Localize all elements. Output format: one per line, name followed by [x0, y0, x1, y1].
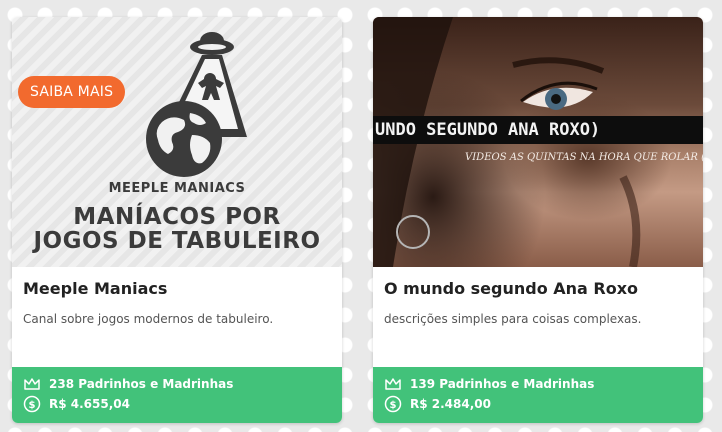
card-title[interactable]: Meeple Maniacs	[23, 279, 167, 298]
logo-brand-text: MEEPLE MANIACS	[108, 181, 246, 196]
amount-value: R$ 4.655,04	[49, 397, 130, 411]
card-description: Canal sobre jogos modernos de tabuleiro.	[23, 312, 274, 326]
video-banner-text: UNDO SEGUNDO ANA ROXO)	[373, 116, 703, 144]
logo-tagline-line2: JOGOS DE TABULEIRO	[33, 228, 321, 254]
project-card-ana-roxo[interactable]: UNDO SEGUNDO ANA ROXO) VÍDEOS ÀS QUINTAS…	[373, 17, 703, 423]
dollar-coin-icon: $	[23, 395, 41, 413]
svg-text:$: $	[29, 400, 36, 411]
amount-row: $ R$ 4.655,04	[23, 395, 130, 413]
amount-value: R$ 2.484,00	[410, 397, 491, 411]
amount-row: $ R$ 2.484,00	[384, 395, 491, 413]
card-stats-bar: 238 Padrinhos e Madrinhas $ R$ 4.655,04	[12, 367, 342, 423]
video-subtitle-text: VÍDEOS ÀS QUINTAS NA HORA QUE ROLAR (TO …	[465, 152, 703, 163]
svg-text:$: $	[390, 400, 397, 411]
logo-tagline-line1: MANÍACOS POR	[73, 204, 281, 230]
patrons-count: 139 Padrinhos e Madrinhas	[410, 377, 595, 391]
crown-icon	[24, 378, 40, 390]
learn-more-badge[interactable]: SAIBA MAIS	[18, 76, 126, 108]
patrons-count-row: 139 Padrinhos e Madrinhas	[384, 375, 594, 393]
dollar-coin-icon: $	[384, 395, 402, 413]
crown-icon	[385, 378, 401, 390]
card-description: descrições simples para coisas complexas…	[384, 312, 642, 326]
card-stats-bar: 139 Padrinhos e Madrinhas $ R$ 2.484,00	[373, 367, 703, 423]
card-title[interactable]: O mundo segundo Ana Roxo	[384, 279, 638, 298]
project-card-meeple-maniacs[interactable]: SAIBA MAIS MEEPLE MANIACS MANÍACOS POR J…	[12, 17, 342, 423]
card-thumbnail[interactable]: UNDO SEGUNDO ANA ROXO) VÍDEOS ÀS QUINTAS…	[373, 17, 703, 267]
card-thumbnail[interactable]: SAIBA MAIS MEEPLE MANIACS MANÍACOS POR J…	[12, 17, 342, 267]
patrons-count: 238 Padrinhos e Madrinhas	[49, 377, 234, 391]
patrons-count-row: 238 Padrinhos e Madrinhas	[23, 375, 233, 393]
